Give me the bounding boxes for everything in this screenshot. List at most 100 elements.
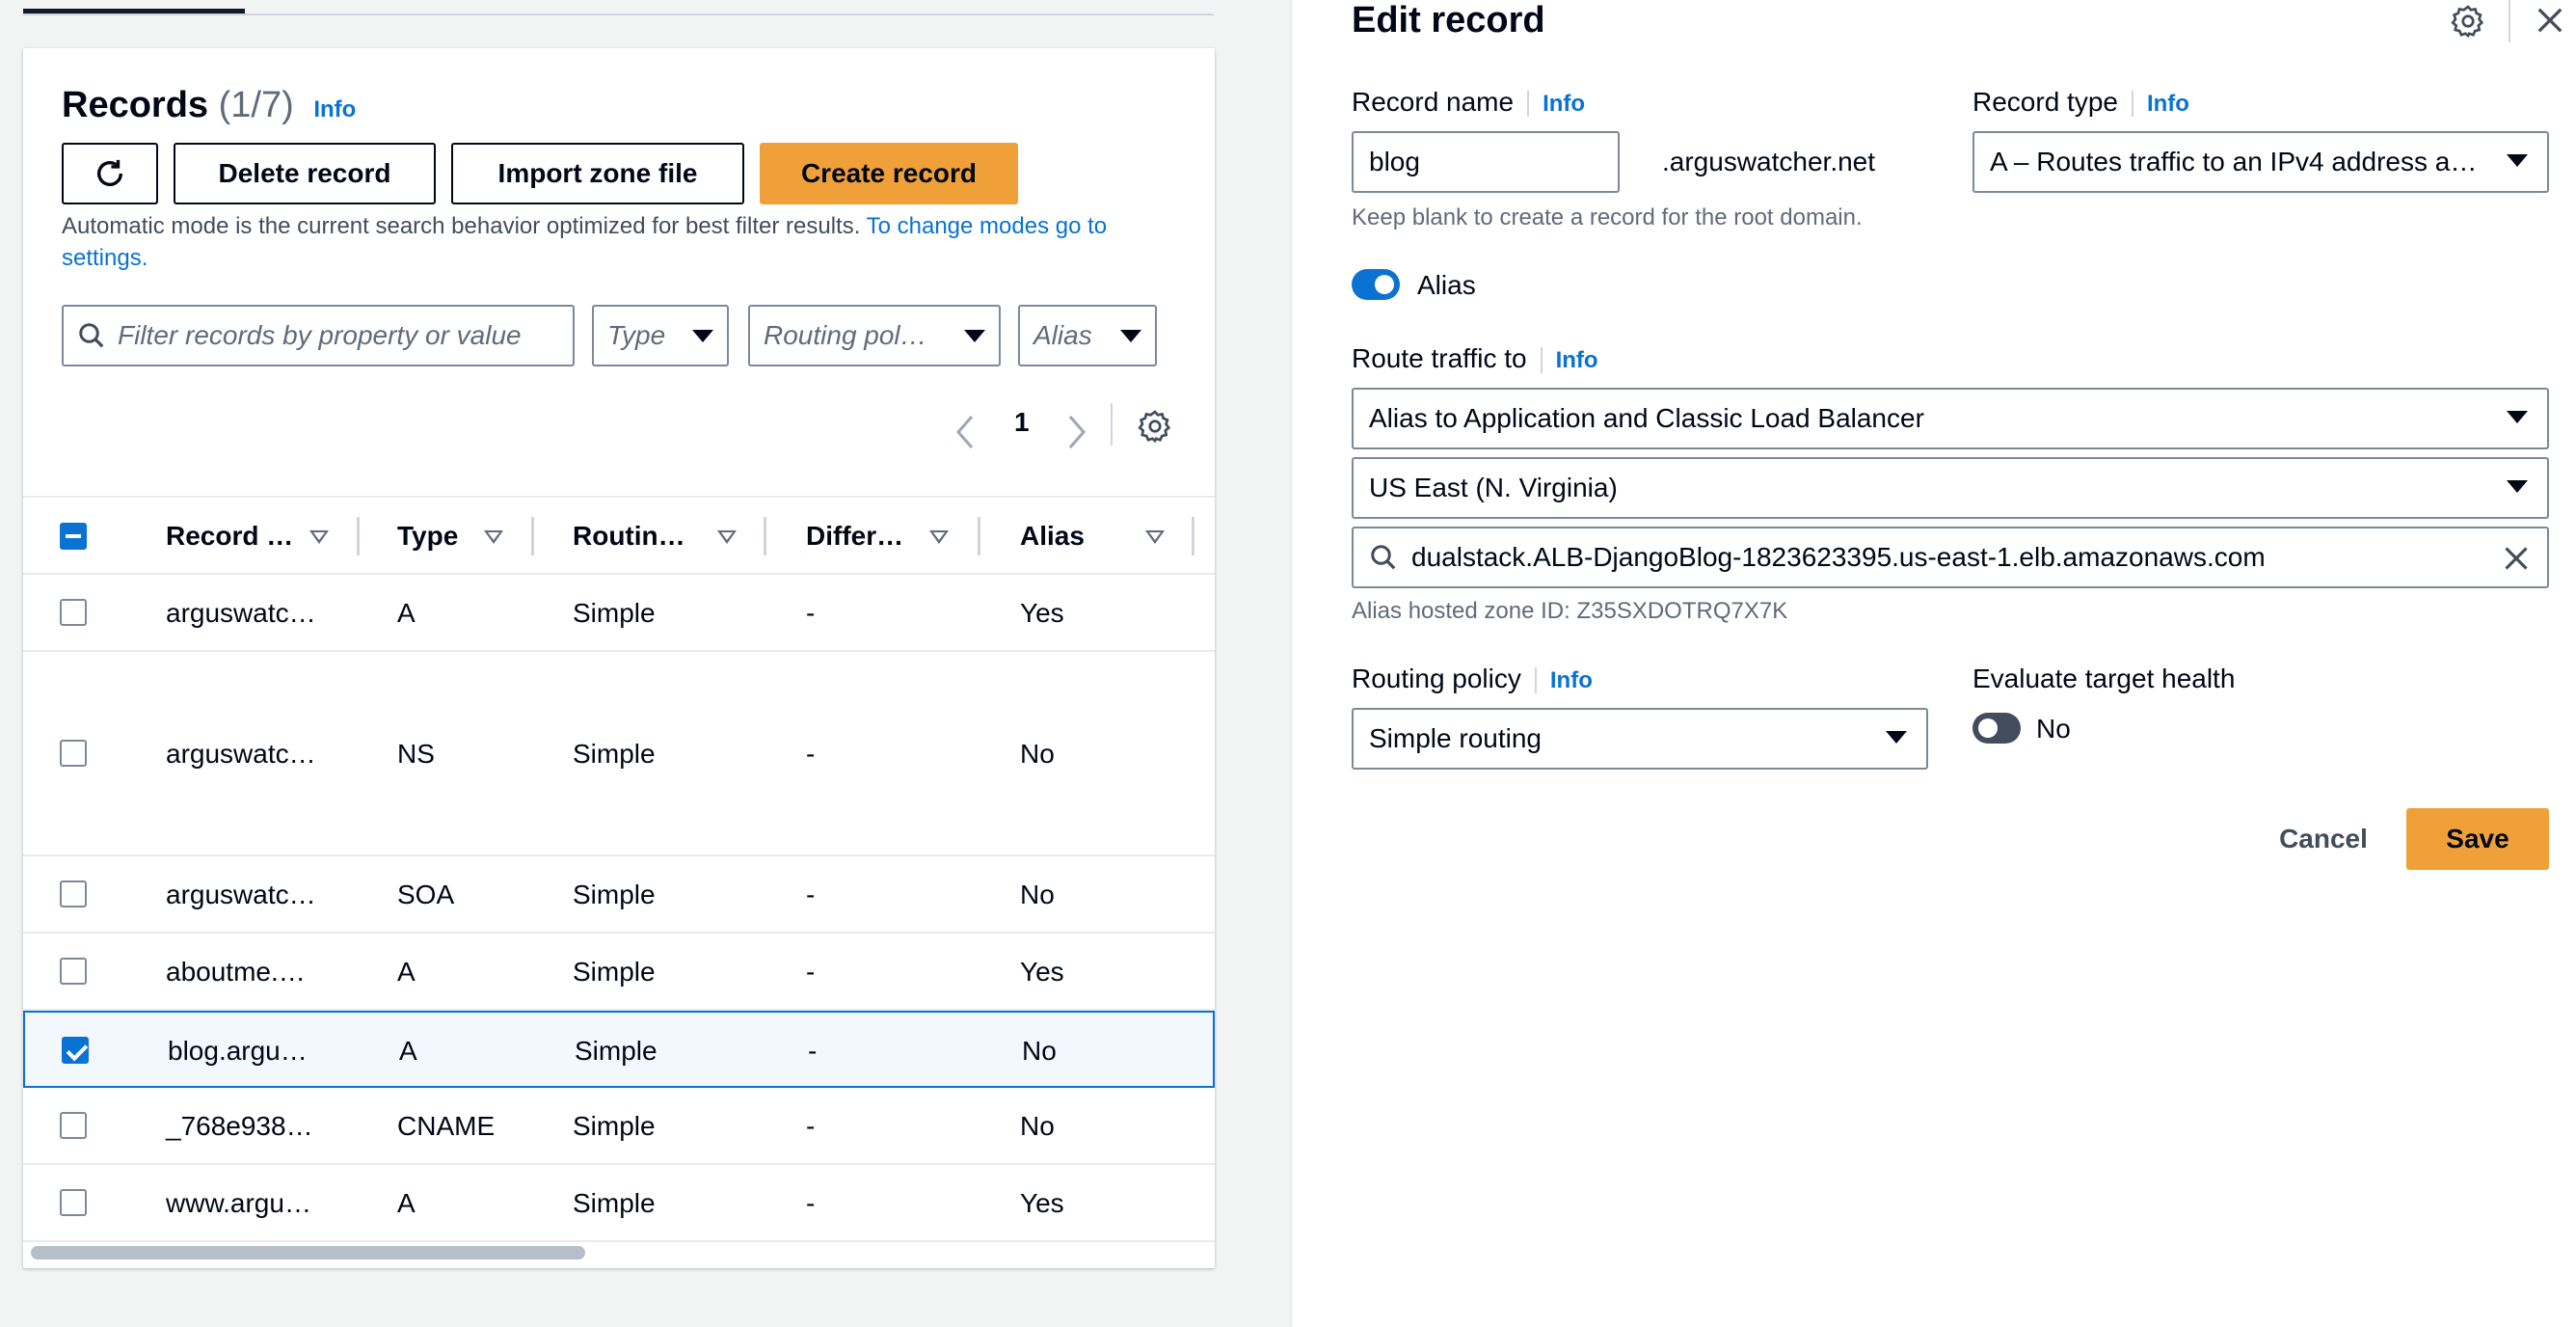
- table-row[interactable]: aboutme.… A Simple - Yes: [23, 934, 1215, 1011]
- routing-policy-value: Simple routing: [1369, 723, 1542, 753]
- settings-icon[interactable]: [2451, 4, 2485, 39]
- table-row[interactable]: arguswatc… NS Simple - No: [23, 652, 1215, 856]
- cell-routing: Simple: [573, 598, 656, 628]
- type-filter-select[interactable]: Type: [592, 305, 729, 366]
- domain-suffix: .arguswatcher.net: [1662, 147, 1876, 176]
- column-resizer[interactable]: [764, 517, 766, 555]
- evaluate-target-health-toggle[interactable]: [1972, 713, 2021, 744]
- cell-diff: -: [806, 739, 816, 769]
- chevron-down-icon: [2507, 480, 2528, 493]
- row-checkbox[interactable]: [60, 1112, 87, 1139]
- active-tab-indicator: [23, 0, 245, 14]
- sort-icon[interactable]: [309, 530, 329, 544]
- routing-policy-filter-select[interactable]: Routing pol…: [748, 305, 1001, 366]
- search-icon: [1371, 545, 1396, 570]
- row-checkbox[interactable]: [60, 740, 87, 767]
- column-resizer[interactable]: [357, 517, 360, 555]
- record-type-value: A – Routes traffic to an IPv4 address a…: [1990, 147, 2478, 176]
- current-page[interactable]: 1: [1014, 407, 1030, 438]
- endpoint-autosuggest[interactable]: dualstack.ALB-DjangoBlog-1823623395.us-e…: [1352, 527, 2549, 588]
- record-type-select[interactable]: A – Routes traffic to an IPv4 address a…: [1972, 131, 2549, 193]
- cell-alias: Yes: [1020, 598, 1064, 628]
- routing-policy-select[interactable]: Simple routing: [1352, 708, 1928, 770]
- row-checkbox[interactable]: [60, 599, 87, 626]
- cell-alias: Yes: [1020, 1188, 1064, 1218]
- table-row[interactable]: arguswatc… A Simple - Yes: [23, 575, 1215, 652]
- cell-diff: -: [806, 957, 816, 987]
- cell-type: A: [399, 1036, 417, 1066]
- alias-filter-select[interactable]: Alias: [1018, 305, 1157, 366]
- table-row[interactable]: blog.argu… A Simple - No: [23, 1011, 1215, 1088]
- row-checkbox[interactable]: [60, 1189, 87, 1216]
- route-traffic-label-text: Route traffic to: [1352, 343, 1527, 373]
- clear-icon[interactable]: [2503, 545, 2530, 572]
- save-button[interactable]: Save: [2406, 808, 2549, 870]
- evaluate-target-health-label: Evaluate target health: [1972, 664, 2236, 693]
- column-header-routing[interactable]: Routin…: [573, 498, 685, 575]
- delete-record-button[interactable]: Delete record: [174, 143, 436, 204]
- record-type-label-text: Record type: [1972, 87, 2118, 117]
- chevron-down-icon: [2507, 411, 2528, 423]
- column-resizer[interactable]: [978, 517, 980, 555]
- previous-page-icon[interactable]: [954, 415, 976, 449]
- edit-record-panel: Edit record Record name Info blog .argusw…: [1292, 0, 2576, 1327]
- column-header-differentiator[interactable]: Differ…: [806, 498, 903, 575]
- create-record-button[interactable]: Create record: [760, 143, 1018, 204]
- sort-icon[interactable]: [717, 530, 737, 544]
- row-checkbox[interactable]: [62, 1037, 89, 1064]
- sort-icon[interactable]: [484, 530, 503, 544]
- next-page-icon[interactable]: [1066, 415, 1087, 449]
- routing-policy-info-link[interactable]: Info: [1534, 667, 1593, 693]
- record-name-input[interactable]: blog: [1352, 131, 1620, 193]
- record-name-value: blog: [1369, 147, 1420, 176]
- row-checkbox[interactable]: [60, 958, 87, 985]
- table-row[interactable]: _768e938… CNAME Simple - No: [23, 1088, 1215, 1165]
- filter-search-input[interactable]: Filter records by property or value: [62, 305, 575, 366]
- cell-alias: Yes: [1020, 957, 1064, 987]
- column-resizer[interactable]: [1192, 517, 1194, 555]
- refresh-button[interactable]: [62, 143, 158, 204]
- record-name-info-link[interactable]: Info: [1527, 91, 1586, 117]
- alias-filter-label: Alias: [1033, 320, 1092, 350]
- record-name-label-text: Record name: [1352, 87, 1515, 117]
- select-all-checkbox[interactable]: [60, 523, 87, 550]
- horizontal-scrollbar[interactable]: [31, 1246, 585, 1259]
- cell-name: _768e938…: [166, 1111, 313, 1141]
- cell-type: A: [397, 957, 416, 987]
- cell-diff: -: [806, 1188, 816, 1218]
- close-icon[interactable]: [2536, 6, 2564, 35]
- column-resizer[interactable]: [531, 517, 534, 555]
- column-header-record-name[interactable]: Record …: [166, 498, 293, 575]
- cell-routing: Simple: [573, 880, 656, 909]
- sort-icon[interactable]: [929, 530, 949, 544]
- refresh-icon: [96, 159, 123, 186]
- chevron-down-icon: [964, 329, 985, 342]
- cell-alias: No: [1020, 880, 1055, 909]
- alias-toggle[interactable]: [1352, 269, 1400, 300]
- sort-icon[interactable]: [1145, 530, 1165, 544]
- route-target-value: Alias to Application and Classic Load Ba…: [1369, 403, 1924, 433]
- cell-routing: Simple: [573, 1188, 656, 1218]
- table-row[interactable]: arguswatc… SOA Simple - No: [23, 856, 1215, 934]
- column-header-type[interactable]: Type: [397, 498, 458, 575]
- table-row[interactable]: www.argu… A Simple - Yes: [23, 1165, 1215, 1242]
- cell-name: blog.argu…: [168, 1036, 308, 1066]
- cancel-button[interactable]: Cancel: [2256, 808, 2391, 870]
- gear-icon[interactable]: [1138, 409, 1172, 444]
- record-name-label: Record name Info: [1352, 87, 1586, 118]
- records-info-link[interactable]: Info: [313, 96, 356, 122]
- import-zone-file-button[interactable]: Import zone file: [451, 143, 744, 204]
- routing-policy-label: Routing policy Info: [1352, 664, 1593, 694]
- row-checkbox[interactable]: [60, 880, 87, 907]
- route-traffic-label: Route traffic to Info: [1352, 343, 1598, 374]
- hosted-zone-id: Alias hosted zone ID: Z35SXDOTRQ7X7K: [1352, 598, 1788, 624]
- cell-name: arguswatc…: [166, 880, 316, 909]
- column-label: Type: [397, 521, 459, 551]
- pager-divider: [1111, 403, 1113, 446]
- route-traffic-info-link[interactable]: Info: [1540, 347, 1598, 373]
- column-header-alias[interactable]: Alias: [1020, 498, 1085, 575]
- region-select[interactable]: US East (N. Virginia): [1352, 457, 2549, 519]
- record-type-label: Record type Info: [1972, 87, 2189, 118]
- route-target-select[interactable]: Alias to Application and Classic Load Ba…: [1352, 388, 2549, 449]
- record-type-info-link[interactable]: Info: [2131, 91, 2189, 117]
